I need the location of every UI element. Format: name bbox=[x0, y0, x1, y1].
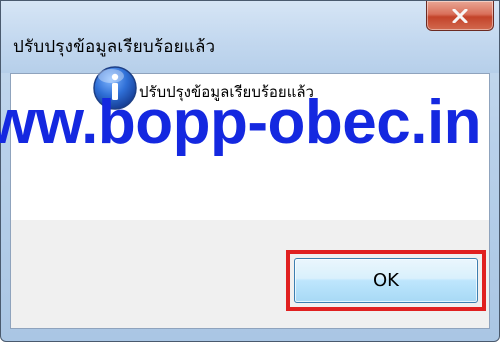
close-button[interactable] bbox=[426, 1, 494, 31]
ok-button[interactable]: OK bbox=[294, 258, 478, 303]
watermark-text: ww.bopp-obec.in bbox=[0, 88, 482, 157]
dialog-title: ปรับปรุงข้อมูลเรียบร้อยแล้ว bbox=[13, 37, 216, 57]
close-icon bbox=[452, 8, 468, 23]
title-bar[interactable]: ปรับปรุงข้อมูลเรียบร้อยแล้ว bbox=[1, 1, 499, 73]
